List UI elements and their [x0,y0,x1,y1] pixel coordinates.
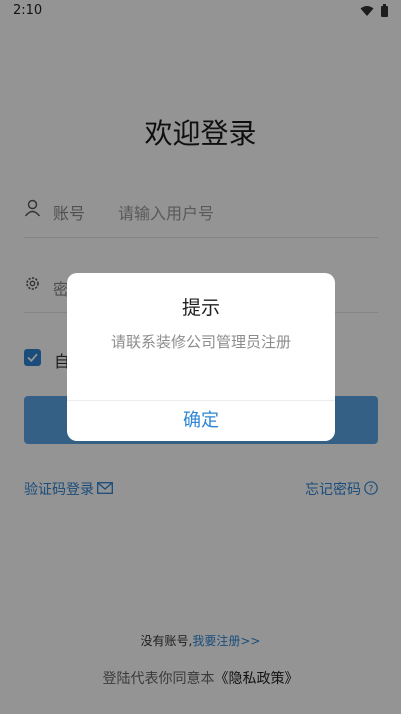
confirm-button[interactable]: 确定 [67,401,335,441]
dialog-message: 请联系装修公司管理员注册 [110,333,291,351]
dialog-title: 提示 [181,297,220,319]
alert-dialog: 提示 请联系装修公司管理员注册 确定 [67,273,335,441]
